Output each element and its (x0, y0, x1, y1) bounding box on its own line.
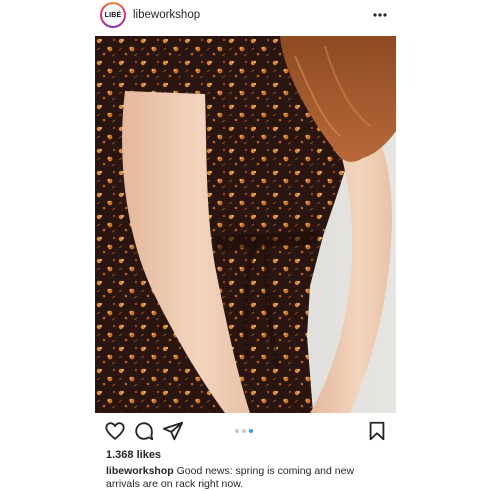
post-header: LIBÉ libeworkshop (0, 0, 491, 36)
carousel-dot (242, 429, 246, 433)
comment-icon[interactable] (133, 420, 155, 442)
carousel-indicator (235, 429, 253, 433)
more-horizontal-icon[interactable] (372, 8, 388, 22)
likes-count[interactable]: 1.368 likes (106, 449, 161, 461)
heart-icon[interactable] (104, 420, 126, 442)
caption-username[interactable]: libeworkshop (106, 465, 174, 477)
post-caption: libeworkshop Good news: spring is coming… (106, 465, 386, 491)
post-username[interactable]: libeworkshop (133, 9, 200, 21)
carousel-dot-active (249, 429, 253, 433)
avatar[interactable]: LIBÉ (100, 2, 126, 28)
bookmark-icon[interactable] (366, 420, 388, 442)
post-actions (95, 420, 396, 444)
post-photo[interactable] (95, 36, 396, 413)
send-icon[interactable] (162, 420, 184, 442)
carousel-dot (235, 429, 239, 433)
avatar-logo: LIBÉ (102, 4, 124, 26)
photo-image (95, 36, 396, 413)
